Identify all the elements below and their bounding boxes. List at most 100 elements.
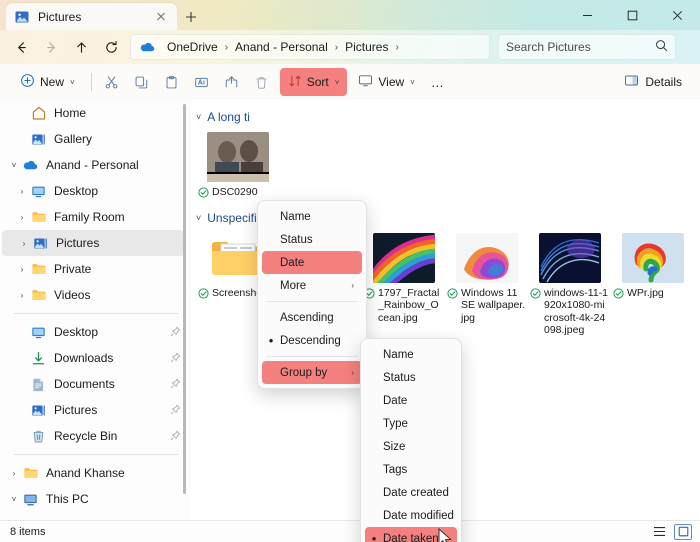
chevron-right-icon[interactable]: › [14,183,30,199]
chevron-placeholder [14,324,30,340]
sidebar-item-recycle-bin[interactable]: Recycle Bin [0,423,190,449]
pictures-icon [14,9,30,25]
chevron-right-icon[interactable]: › [14,261,30,277]
new-tab-button[interactable] [181,7,201,27]
chevron-right-icon[interactable]: › [6,465,22,481]
delete-button[interactable] [247,68,277,96]
details-pane-button[interactable]: Details [616,68,690,96]
back-button[interactable] [6,32,36,62]
pin-icon[interactable] [170,404,182,416]
breadcrumb-item-onedrive[interactable]: OneDrive [163,38,222,56]
sidebar-item-gallery[interactable]: Gallery [0,126,190,152]
sidebar-item-desktop[interactable]: Desktop [0,319,190,345]
chevron-down-icon[interactable]: ˅ [6,157,22,173]
maximize-button[interactable] [610,0,655,30]
view-button[interactable]: View ˅ [350,68,422,96]
cut-button[interactable] [97,68,127,96]
pin-icon[interactable] [170,378,182,390]
file-tile[interactable]: 1797_Fractal_Rainbow_Ocean.jpg [362,229,445,339]
menu-item-label: Status [383,371,416,384]
sidebar-item-label: Anand - Personal [46,158,139,172]
copy-button[interactable] [127,68,157,96]
forward-button[interactable] [36,32,66,62]
rename-button[interactable] [187,68,217,96]
paste-button[interactable] [157,68,187,96]
chevron-right-icon[interactable]: › [14,287,30,303]
cloud-available-icon [198,187,209,198]
sidebar-item-label: Desktop [54,184,99,198]
close-icon[interactable] [153,9,169,25]
group-header[interactable]: ˅ A long ti [190,106,700,128]
pin-icon[interactable] [170,352,182,364]
menu-item-label: Group by [280,366,328,379]
more-options-button[interactable]: … [423,68,453,96]
file-explorer-window: Pictures OneDrive › Anand - Personal › P… [0,0,700,542]
sidebar-divider [14,454,178,455]
share-button[interactable] [217,68,247,96]
group-by-item-size[interactable]: Size [365,435,457,458]
sort-button-label: Sort [306,75,329,89]
search-box[interactable]: Search Pictures [498,34,676,60]
breadcrumb-item-pictures[interactable]: Pictures [341,38,392,56]
sort-menu-item-status[interactable]: Status [262,228,362,251]
chevron-right-icon[interactable]: › [14,209,30,225]
group-by-item-date-modified[interactable]: Date modified [365,504,457,527]
group-by-item-type[interactable]: Type [365,412,457,435]
chevron-down-icon[interactable]: ˅ [196,213,201,223]
chevron-down-icon[interactable]: ˅ [6,491,22,507]
chevron-right-icon: › [334,41,339,53]
cloud-available-icon [198,287,209,299]
sidebar-item-desktop[interactable]: › Desktop [0,178,190,204]
refresh-button[interactable] [96,32,126,62]
tab-pictures[interactable]: Pictures [6,3,177,30]
sidebar-item-videos[interactable]: › Videos [0,282,190,308]
sort-menu[interactable]: Name Status Date More › Ascending • Descending G… [257,200,367,389]
sort-menu-item-more[interactable]: More › [262,274,362,297]
sidebar-item-private[interactable]: › Private [0,256,190,282]
tile-view-icon[interactable] [674,523,692,540]
sidebar-item-home[interactable]: Home [0,100,190,126]
sidebar-item-documents[interactable]: Documents [0,371,190,397]
sort-menu-item-name[interactable]: Name [262,205,362,228]
group-by-item-status[interactable]: Status [365,366,457,389]
sidebar-item-family-room[interactable]: › Family Room [0,204,190,230]
group-by-item-date[interactable]: Date [365,389,457,412]
sort-menu-item-descending[interactable]: • Descending [262,329,362,352]
new-button[interactable]: New ˅ [12,68,83,96]
sidebar-item-pictures[interactable]: › Pictures [2,230,184,256]
sidebar-item-downloads[interactable]: Downloads [0,345,190,371]
chevron-right-icon[interactable]: › [16,235,32,251]
sidebar-item-anand-khanse[interactable]: › Anand Khanse [0,460,190,486]
search-input[interactable]: Search Pictures [506,40,655,54]
address-bar: OneDrive › Anand - Personal › Pictures ›… [0,30,700,64]
group-by-item-date-created[interactable]: Date created [365,481,457,504]
list-view-icon[interactable] [650,524,668,540]
pin-icon[interactable] [170,430,182,442]
sort-button[interactable]: Sort ˅ [279,68,348,96]
minimize-button[interactable] [565,0,610,30]
group-by-submenu[interactable]: Name Status Date Type Size Tags Date created Da… [360,338,462,542]
pin-icon[interactable] [170,326,182,338]
group-by-item-tags[interactable]: Tags [365,458,457,481]
up-button[interactable] [66,32,96,62]
sidebar-item-this-pc[interactable]: ˅ This PC [0,486,190,512]
sort-menu-item-group-by[interactable]: Group by › [262,361,362,384]
sort-menu-item-date[interactable]: Date [262,251,362,274]
file-tile[interactable]: DSC0290 [196,128,279,201]
file-tile[interactable]: WPr.jpg [611,229,694,339]
sidebar-scrollbar[interactable] [183,104,186,494]
sidebar-item-anand-personal[interactable]: ˅ Anand - Personal [0,152,190,178]
close-button[interactable] [655,0,700,30]
file-tile[interactable]: windows-11-1920x1080-microsoft-4k-24098.… [528,229,611,339]
sort-menu-item-ascending[interactable]: Ascending [262,306,362,329]
breadcrumb-item-anand-personal[interactable]: Anand - Personal [231,38,332,56]
sidebar-item-pictures[interactable]: Pictures [0,397,190,423]
group-by-item-name[interactable]: Name [365,343,457,366]
selected-bullet-icon: • [371,531,377,542]
file-tile[interactable]: Windows 11 SE wallpaper.jpg [445,229,528,339]
file-tile-row: DSC0290 [190,128,700,201]
breadcrumb[interactable]: OneDrive › Anand - Personal › Pictures › [130,34,490,60]
view-button-label: View [378,75,405,89]
folder-icon [30,209,47,226]
chevron-down-icon[interactable]: ˅ [196,112,201,122]
